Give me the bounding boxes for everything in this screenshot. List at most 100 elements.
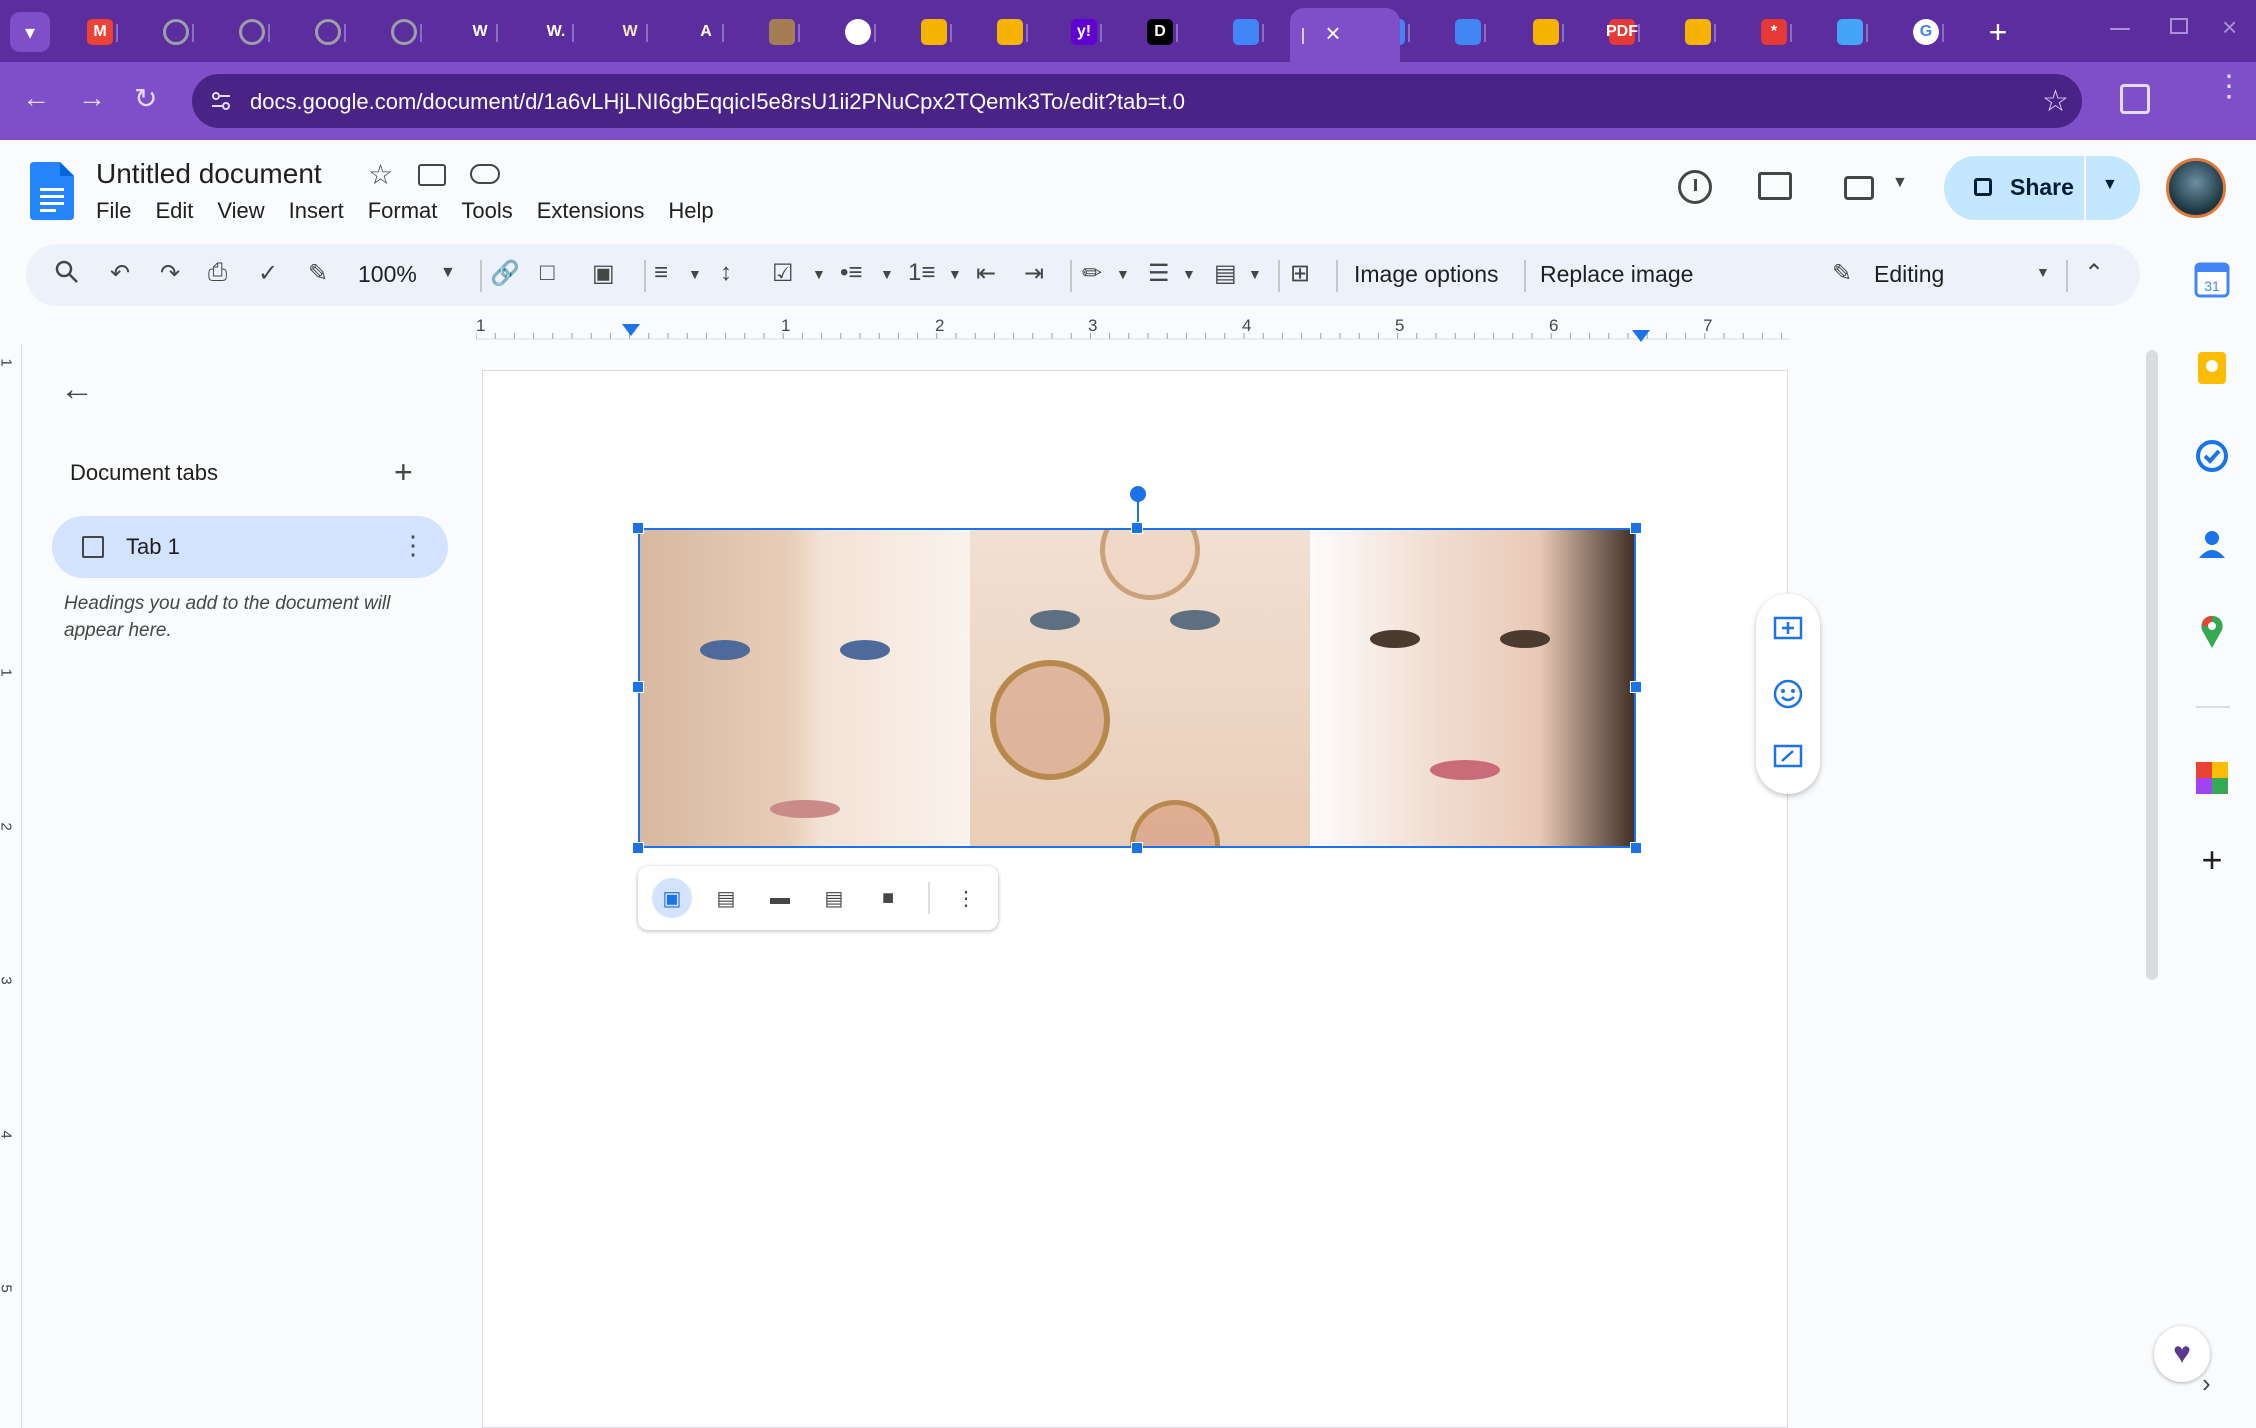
browser-tab[interactable] (1216, 12, 1276, 52)
document-title[interactable]: Untitled document (96, 158, 322, 190)
browser-tab[interactable] (1438, 12, 1498, 52)
resize-handle-left[interactable] (632, 681, 644, 693)
undo-icon[interactable]: ↶ (110, 259, 130, 288)
zoom-dropdown-icon[interactable]: ▼ (440, 264, 456, 282)
browser-tab[interactable]: W. (526, 12, 586, 52)
rotate-handle[interactable] (1130, 486, 1146, 502)
browser-tab[interactable]: A (676, 12, 736, 52)
address-bar[interactable]: docs.google.com/document/d/1a6vLHjLNI6gb… (192, 74, 2082, 128)
checklist-icon[interactable]: ☑ (772, 259, 794, 288)
menu-format[interactable]: Format (368, 198, 450, 224)
add-comment-icon[interactable] (1772, 614, 1804, 646)
share-dropdown-icon[interactable]: ▼ (2102, 176, 2118, 194)
sidebar-item-tab-1[interactable]: Tab 1 ⋮ (52, 516, 448, 578)
minimize-window-icon[interactable] (2110, 28, 2130, 30)
browser-tab[interactable] (828, 12, 888, 52)
crop-image-icon[interactable]: ⊞ (1290, 259, 1310, 288)
border-dash-icon[interactable]: ▤ (1214, 259, 1237, 288)
browser-menu-icon[interactable]: ⋮ (2214, 72, 2244, 102)
browser-tab[interactable]: W (600, 12, 660, 52)
redo-icon[interactable]: ↷ (160, 259, 180, 288)
border-color-dropdown-icon[interactable]: ▼ (1116, 266, 1130, 282)
suggest-edits-icon[interactable] (1772, 742, 1804, 774)
editing-mode-select[interactable]: ✎ Editing ▼ (1828, 244, 2058, 306)
checklist-dropdown-icon[interactable]: ▼ (812, 266, 826, 282)
vertical-ruler[interactable]: 1 1 2 3 4 5 (0, 344, 22, 1428)
replace-image-button[interactable]: Replace image (1540, 261, 1693, 288)
hide-menus-chevron-icon[interactable]: ⌃ (2084, 259, 2104, 288)
collapse-side-panel-chevron-icon[interactable]: › (2202, 1368, 2211, 1399)
browser-tab[interactable]: W (450, 12, 510, 52)
browser-tab[interactable]: G (1896, 12, 1956, 52)
meet-icon[interactable] (1844, 176, 1874, 200)
resize-handle-top[interactable] (1131, 522, 1143, 534)
comments-icon[interactable] (1758, 172, 1792, 200)
forward-arrow-icon[interactable]: → (78, 82, 106, 114)
browser-tab[interactable]: D (1130, 12, 1190, 52)
browser-tab[interactable]: M (70, 12, 130, 52)
left-indent-marker[interactable] (622, 324, 640, 336)
tab-search-button[interactable]: ▾ (10, 12, 50, 52)
in-line-wrap-icon[interactable]: ▣ (652, 878, 692, 918)
meet-dropdown-icon[interactable]: ▼ (1892, 174, 1908, 192)
paint-format-icon[interactable]: ✎ (308, 259, 328, 288)
back-arrow-icon[interactable]: ← (22, 82, 50, 114)
browser-tab[interactable] (1516, 12, 1576, 52)
new-tab-button[interactable]: + (1978, 12, 2018, 52)
reload-icon[interactable]: ↻ (134, 82, 157, 115)
menu-tools[interactable]: Tools (461, 198, 524, 224)
browser-tab[interactable]: PDF (1592, 12, 1652, 52)
url-text[interactable]: docs.google.com/document/d/1a6vLHjLNI6gb… (250, 89, 1185, 115)
bookmark-star-icon[interactable]: ☆ (2042, 84, 2069, 119)
bulleted-list-icon[interactable]: •≡ (840, 259, 862, 287)
menu-view[interactable]: View (217, 198, 276, 224)
border-weight-icon[interactable]: ☰ (1148, 259, 1170, 288)
browser-tab[interactable] (904, 12, 964, 52)
menu-file[interactable]: File (96, 198, 143, 224)
menu-extensions[interactable]: Extensions (537, 198, 657, 224)
line-spacing-icon[interactable]: ↕ (720, 259, 732, 287)
cloud-status-icon[interactable] (470, 164, 500, 184)
search-menus-icon[interactable] (54, 259, 80, 285)
tab-options-icon[interactable]: ⋮ (400, 530, 426, 561)
vertical-scrollbar[interactable] (2146, 350, 2158, 980)
heart-extension-icon[interactable]: ♥ (2154, 1326, 2210, 1382)
browser-tab[interactable] (752, 12, 812, 52)
behind-text-icon[interactable]: ▤ (814, 878, 854, 918)
browser-tab[interactable] (298, 12, 358, 52)
browser-tab[interactable]: y! (1054, 12, 1114, 52)
increase-indent-icon[interactable]: ⇥ (1024, 259, 1044, 288)
numbered-list-icon[interactable]: 1≡ (908, 259, 935, 287)
resize-handle-right[interactable] (1630, 681, 1642, 693)
browser-tab[interactable] (1820, 12, 1880, 52)
more-options-icon[interactable]: ⋮ (946, 878, 986, 918)
right-indent-marker[interactable] (1632, 330, 1650, 342)
horizontal-ruler[interactable]: 1 1 2 3 4 5 6 7 (476, 312, 1790, 342)
resize-handle-bottom[interactable] (1131, 842, 1143, 854)
border-weight-dropdown-icon[interactable]: ▼ (1182, 266, 1196, 282)
image-options-button[interactable]: Image options (1354, 261, 1498, 288)
print-icon[interactable]: ⎙ (208, 259, 227, 287)
zoom-select[interactable]: 100% (358, 261, 417, 288)
menu-edit[interactable]: Edit (155, 198, 205, 224)
browser-tab[interactable]: * (1744, 12, 1804, 52)
wrap-text-icon[interactable]: ▤ (706, 878, 746, 918)
google-docs-logo-icon[interactable] (30, 162, 74, 220)
browser-tab[interactable] (374, 12, 434, 52)
move-folder-icon[interactable] (418, 164, 446, 186)
break-text-icon[interactable]: ▬ (760, 878, 800, 918)
browser-tab[interactable] (146, 12, 206, 52)
numbered-list-dropdown-icon[interactable]: ▼ (948, 266, 962, 282)
resize-handle-top-left[interactable] (632, 522, 644, 534)
close-tabs-panel-arrow-icon[interactable]: ← (60, 370, 94, 409)
selected-image[interactable] (638, 528, 1636, 848)
browser-tab[interactable] (980, 12, 1040, 52)
menu-insert[interactable]: Insert (289, 198, 356, 224)
browser-tab[interactable] (222, 12, 282, 52)
contacts-icon[interactable] (2194, 526, 2230, 562)
resize-handle-bottom-right[interactable] (1630, 842, 1642, 854)
align-dropdown-icon[interactable]: ▼ (688, 266, 702, 282)
extensions-icon[interactable] (2120, 84, 2150, 114)
maps-icon[interactable] (2194, 614, 2230, 650)
emoji-reaction-icon[interactable] (1772, 678, 1804, 710)
